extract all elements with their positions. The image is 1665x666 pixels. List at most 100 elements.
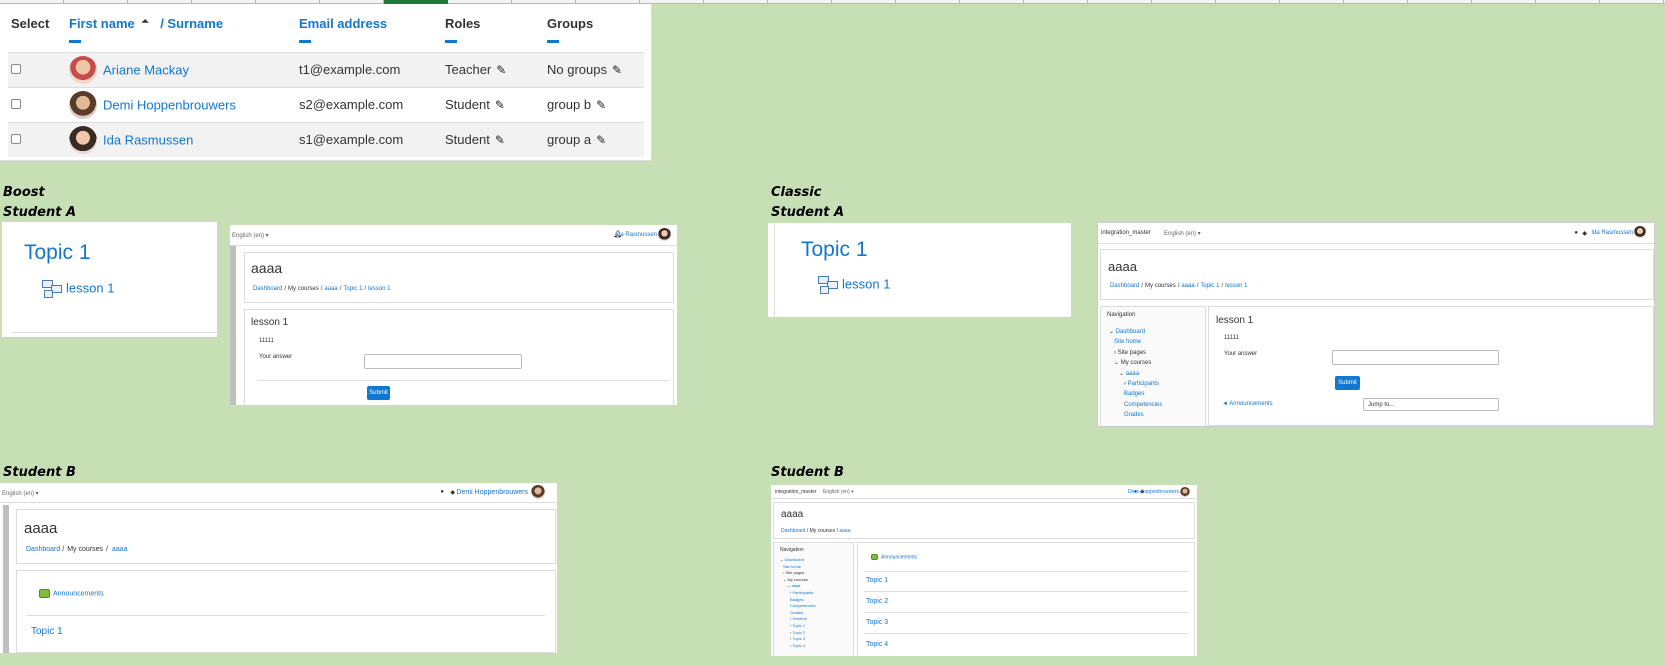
avatar[interactable] (658, 228, 671, 241)
activity-label: lesson 1 (842, 276, 891, 292)
bell-icon[interactable]: ● (440, 489, 444, 495)
nav-item-site-pages[interactable]: › Site pages (1109, 348, 1162, 358)
breadcrumb-link[interactable]: aaaa (839, 528, 850, 534)
hide-column-icon[interactable] (299, 40, 311, 43)
topic-2-link[interactable]: Topic 2 (866, 598, 888, 605)
nav-item-grades[interactable]: Grades (780, 610, 816, 617)
nav-item-dashboard[interactable]: ⌄ Dashboard (1109, 327, 1162, 337)
nav-item-competencies[interactable]: Competencies (780, 603, 816, 610)
announcements-link[interactable]: Announcements (39, 589, 104, 598)
nav-item-site-home[interactable]: Site home (780, 564, 816, 571)
row-select-checkbox[interactable] (11, 64, 21, 74)
breadcrumb-link[interactable]: aaaa (112, 546, 128, 553)
topic-4-link[interactable]: Topic 4 (866, 641, 888, 648)
participant-name-link[interactable]: Ida Rasmussen (103, 132, 193, 147)
breadcrumb-link[interactable]: Dashboard (26, 546, 60, 553)
user-menu-name[interactable]: Ida Rasmussen (615, 232, 657, 238)
avatar[interactable] (1634, 226, 1646, 238)
language-menu[interactable]: English (en) ▾ (823, 489, 854, 495)
nav-item-topic-4[interactable]: › Topic 4 (780, 643, 816, 650)
hide-column-icon[interactable] (445, 40, 457, 43)
nav-item-badges[interactable]: Badges (1109, 389, 1162, 399)
nav-item-badges[interactable]: Badges (780, 597, 816, 604)
jump-to-select[interactable]: Jump to... (1363, 398, 1499, 411)
breadcrumb-link[interactable]: lesson 1 (1225, 283, 1247, 289)
participant-name-link[interactable]: Ariane Mackay (103, 62, 189, 77)
classic-b-screenshot: integration_master English (en) ▾ ● ◆ De… (771, 485, 1197, 656)
participant-name-link[interactable]: Demi Hoppenbrouwers (103, 97, 236, 112)
edit-pencil-icon[interactable]: ✎ (495, 133, 505, 147)
chat-icon[interactable]: ◆ (1582, 230, 1587, 237)
breadcrumb-link[interactable]: Topic 1 (1200, 283, 1219, 289)
breadcrumb-link[interactable]: Dashboard (781, 528, 805, 534)
breadcrumb-link[interactable]: Topic 1 (343, 286, 362, 292)
breadcrumb-link[interactable]: aaaa (324, 286, 337, 292)
participant-group-cell: No groups ✎ (544, 51, 644, 87)
email-sort-link[interactable]: Email address (299, 16, 387, 31)
nav-item-participants[interactable]: › Participants (780, 590, 816, 597)
previous-activity-link[interactable]: ◄ Announcements (1222, 401, 1273, 407)
avatar[interactable] (531, 485, 545, 499)
hide-column-icon[interactable] (547, 40, 559, 43)
breadcrumb-link[interactable]: Dashboard (1110, 283, 1139, 289)
row-select-checkbox[interactable] (11, 99, 21, 109)
user-menu-name[interactable]: Demi Hoppenbrouwers (456, 489, 528, 496)
topic-1-link[interactable]: Topic 1 (866, 577, 888, 584)
first-name-sort-link[interactable]: First name (69, 16, 135, 31)
lesson-title: lesson 1 (1216, 315, 1254, 326)
edit-pencil-icon[interactable]: ✎ (496, 63, 506, 77)
nav-item-course[interactable]: ⌄ aaaa (780, 583, 816, 590)
nav-item-topic-2[interactable]: › Topic 2 (780, 630, 816, 637)
chat-icon[interactable]: ◆ (450, 489, 455, 496)
breadcrumb-link[interactable]: Dashboard (253, 286, 282, 292)
avatar (69, 90, 97, 119)
scrollbar[interactable] (230, 246, 236, 405)
nav-item-label: Site pages (785, 570, 805, 576)
activity-link[interactable]: lesson 1 (818, 276, 890, 294)
nav-item-competencies[interactable]: Competencies (1109, 400, 1162, 410)
nav-item-grades[interactable]: Grades (1109, 410, 1162, 420)
activity-link[interactable]: lesson 1 (42, 280, 114, 298)
row-select-checkbox[interactable] (11, 134, 21, 145)
scrollbar[interactable] (3, 505, 9, 653)
user-menu-name[interactable]: Demi Hoppenbrouwers (1128, 489, 1179, 495)
nav-item-site-pages[interactable]: › Site pages (780, 570, 816, 577)
answer-input[interactable] (1332, 350, 1499, 365)
answer-input[interactable] (364, 354, 522, 369)
course-content: Announcements Topic 1 (16, 570, 556, 653)
select-header-label: Select (11, 16, 50, 31)
breadcrumb-link[interactable]: aaaa (1181, 283, 1194, 289)
nav-item-topic-1[interactable]: › Topic 1 (780, 623, 816, 630)
nav-item-general[interactable]: › General (780, 616, 816, 623)
site-name[interactable]: integration_master (1101, 230, 1151, 236)
language-menu[interactable]: English (en) ▾ (232, 232, 269, 239)
site-name[interactable]: integration_master (775, 489, 816, 495)
nav-item-my-courses[interactable]: ⌄ My courses (1109, 358, 1162, 368)
hide-column-icon[interactable] (69, 40, 81, 43)
edit-pencil-icon[interactable]: ✎ (612, 63, 622, 77)
edit-pencil-icon[interactable]: ✎ (495, 98, 505, 112)
submit-button[interactable]: Submit (1335, 376, 1360, 390)
surname-sort-link[interactable]: / Surname (160, 16, 223, 31)
language-menu[interactable]: English (en) ▾ (2, 490, 39, 497)
nav-item-topic-3[interactable]: › Topic 3 (780, 636, 816, 643)
edit-pencil-icon[interactable]: ✎ (596, 133, 606, 147)
nav-item-course[interactable]: ⌄ aaaa (1109, 369, 1162, 379)
user-menu-name[interactable]: Ida Rasmussen (1591, 230, 1633, 236)
breadcrumb-link[interactable]: lesson 1 (368, 286, 390, 292)
nav-item-participants[interactable]: › Participants (1109, 379, 1162, 389)
announcements-link[interactable]: Announcements (871, 554, 917, 560)
topic-3-link[interactable]: Topic 3 (866, 619, 888, 626)
language-menu[interactable]: English (en) ▾ (1164, 230, 1201, 237)
avatar[interactable] (1180, 487, 1190, 497)
edit-pencil-icon[interactable]: ✎ (596, 98, 606, 112)
nav-item-label: Badges (790, 596, 804, 602)
submit-button[interactable]: Submit (367, 386, 390, 400)
nav-item-site-home[interactable]: Site home (1109, 337, 1162, 347)
bell-icon[interactable]: ● (1574, 230, 1578, 236)
nav-item-dashboard[interactable]: ⌄ Dashboard (780, 557, 816, 564)
nav-item-my-courses[interactable]: ⌄ My courses (780, 577, 816, 584)
topic-title[interactable]: Topic 1 (801, 238, 868, 262)
topic-title[interactable]: Topic 1 (31, 626, 63, 637)
topic-title[interactable]: Topic 1 (24, 241, 91, 265)
